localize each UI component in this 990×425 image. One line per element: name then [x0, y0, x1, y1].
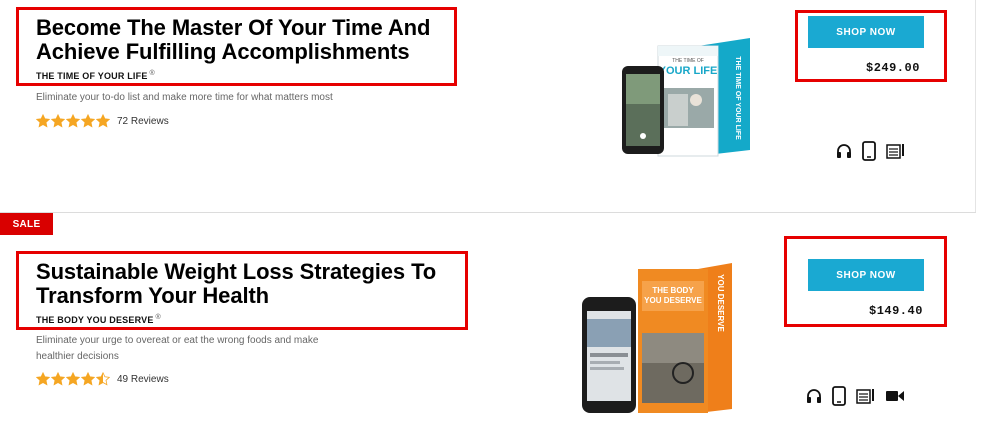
svg-text:YOUR LIFE: YOUR LIFE [659, 65, 718, 77]
format-icons [806, 386, 914, 406]
product-card-time-of-your-life: Become The Master Of Your Time And Achie… [0, 0, 990, 212]
product-title[interactable]: Become The Master Of Your Time And Achie… [36, 16, 456, 64]
star-icon [36, 114, 50, 128]
svg-text:THE TIME OF YOUR LIFE: THE TIME OF YOUR LIFE [734, 56, 741, 140]
product-card-body-you-deserve: SALE Sustainable Weight Loss Strategies … [0, 213, 990, 425]
mobile-icon [862, 141, 876, 161]
reviews-link[interactable]: 49 Reviews [117, 374, 169, 385]
shop-now-button[interactable]: SHOP NOW [808, 259, 924, 291]
mobile-icon [832, 386, 846, 406]
product-description: Eliminate your to-do list and make more … [36, 92, 333, 103]
vertical-rule [975, 0, 976, 212]
star-rating: 72 Reviews [36, 114, 169, 128]
workbook-icon [886, 144, 904, 159]
video-icon [886, 391, 904, 401]
stars [36, 114, 111, 128]
sale-badge: SALE [0, 213, 53, 235]
star-icon [66, 114, 80, 128]
star-icon [81, 372, 95, 386]
svg-text:THE BODY: THE BODY [652, 286, 694, 295]
product-price: $149.40 [869, 304, 923, 318]
star-icon [81, 114, 95, 128]
product-price: $249.00 [866, 61, 920, 75]
star-icon [36, 372, 50, 386]
shop-now-button[interactable]: SHOP NOW [808, 16, 924, 48]
svg-text:YOU DESERVE: YOU DESERVE [644, 296, 702, 305]
star-icon [96, 372, 110, 386]
product-image[interactable]: THE TIME OF YOUR LIFE THE TIME OF YOUR L… [618, 38, 758, 158]
star-icon [96, 114, 110, 128]
product-title[interactable]: Sustainable Weight Loss Strategies To Tr… [36, 260, 466, 308]
product-description: Eliminate your urge to overeat or eat th… [36, 335, 319, 362]
stars [36, 372, 111, 386]
product-image[interactable]: THE BODY YOU DESERVE YOU DESERVE [578, 263, 738, 419]
star-icon [51, 114, 65, 128]
product-subtitle: THE BODY YOU DESERVE ® [36, 314, 161, 325]
headphones-icon [807, 389, 821, 403]
star-rating: 49 Reviews [36, 372, 169, 386]
headphones-icon [837, 144, 851, 158]
svg-text:THE TIME OF: THE TIME OF [672, 58, 704, 64]
reviews-link[interactable]: 72 Reviews [117, 116, 169, 127]
svg-text:YOU DESERVE: YOU DESERVE [716, 274, 725, 332]
trademark: ® [149, 70, 155, 77]
star-icon [51, 372, 65, 386]
workbook-icon [856, 389, 874, 404]
star-icon [66, 372, 80, 386]
trademark: ® [155, 314, 161, 321]
format-icons [836, 141, 916, 161]
product-subtitle: THE TIME OF YOUR LIFE ® [36, 70, 155, 81]
